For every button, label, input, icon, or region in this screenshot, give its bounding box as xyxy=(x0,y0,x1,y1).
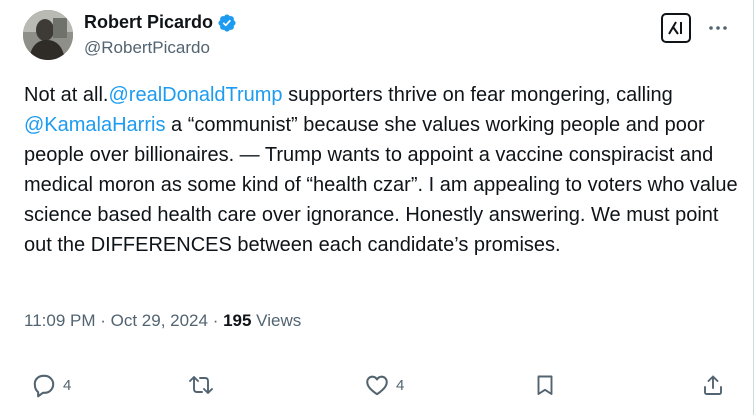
like-icon xyxy=(366,375,388,396)
repost-button[interactable] xyxy=(187,368,215,402)
grok-button[interactable] xyxy=(661,13,691,43)
tweet-meta: 11:09 PM · Oct 29, 2024 · 195 Views xyxy=(24,311,301,331)
author-handle[interactable]: @RobertPicardo xyxy=(84,38,210,58)
reply-count: 4 xyxy=(63,376,72,394)
meta-separator: · xyxy=(207,311,224,330)
avatar[interactable] xyxy=(23,10,73,60)
mention-link[interactable]: @realDonaldTrump xyxy=(108,84,282,106)
reply-button[interactable]: 4 xyxy=(31,368,71,402)
reply-icon xyxy=(33,374,55,398)
meta-separator: · xyxy=(95,311,111,330)
repost-icon xyxy=(189,376,213,394)
action-bar: 4 4 xyxy=(0,368,754,402)
tweet-card: Robert Picardo @RobertPicardo Not at all… xyxy=(0,0,754,415)
verified-badge-icon xyxy=(217,13,237,33)
grok-icon xyxy=(668,21,682,35)
timestamp-time[interactable]: 11:09 PM xyxy=(24,311,96,330)
tweet-text: Not at all.@realDonaldTrump supporters t… xyxy=(24,80,744,260)
more-button[interactable] xyxy=(704,14,732,42)
like-count: 4 xyxy=(396,376,405,394)
views-label: Views xyxy=(251,311,302,330)
like-button[interactable]: 4 xyxy=(364,368,404,402)
timestamp-date[interactable]: Oct 29, 2024 xyxy=(111,311,208,330)
more-icon xyxy=(709,26,727,30)
tweet-text-segment: Not at all. xyxy=(24,84,109,106)
share-button[interactable] xyxy=(701,368,725,402)
author-name[interactable]: Robert Picardo xyxy=(84,12,237,33)
share-icon xyxy=(704,375,722,395)
tweet-text-segment: supporters thrive on fear mongering, cal… xyxy=(282,84,673,106)
bookmark-button[interactable] xyxy=(533,368,557,402)
views-count: 195 xyxy=(223,311,252,330)
author-name-text: Robert Picardo xyxy=(84,12,214,32)
bookmark-icon xyxy=(537,375,553,395)
mention-link[interactable]: @KamalaHarris xyxy=(24,114,165,136)
